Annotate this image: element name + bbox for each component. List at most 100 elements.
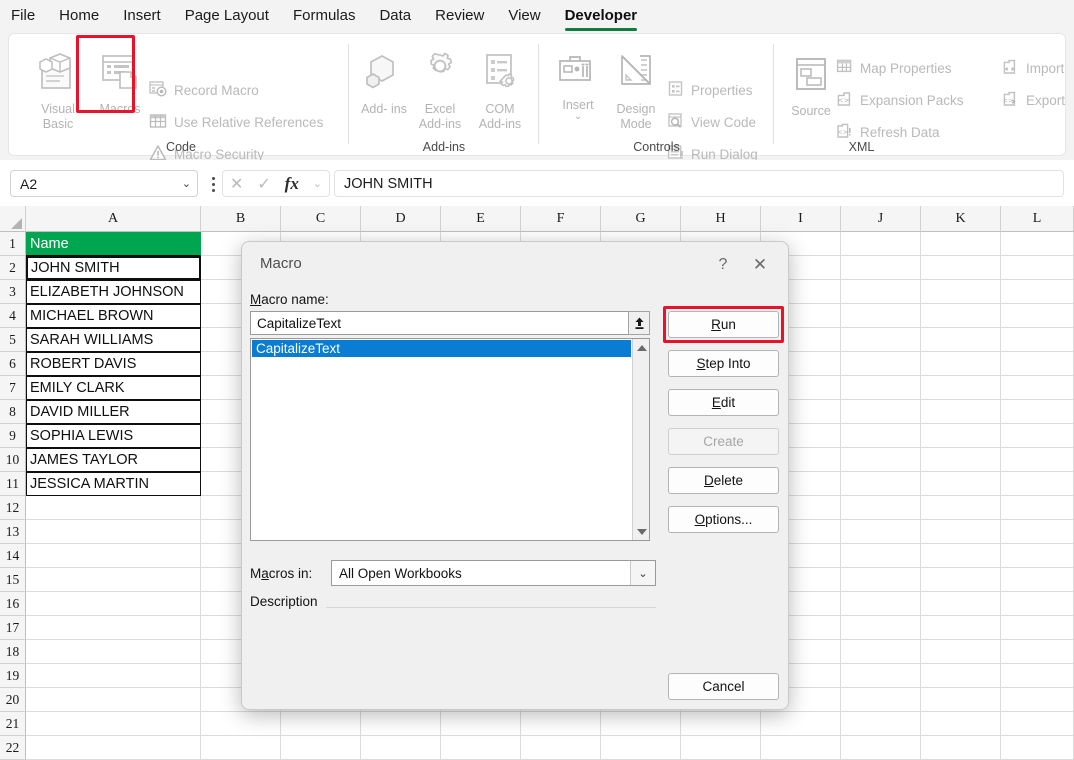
grid-cell[interactable] — [1001, 712, 1074, 736]
grid-cell[interactable] — [1001, 232, 1074, 256]
select-all-corner[interactable] — [0, 206, 26, 232]
grid-cell[interactable] — [201, 712, 281, 736]
row-header[interactable]: 8 — [0, 400, 26, 424]
column-a-data-cell[interactable]: JOHN SMITH — [26, 256, 201, 280]
fx-icon[interactable]: fx — [285, 174, 299, 194]
grid-cell[interactable] — [26, 544, 201, 568]
grid-cell[interactable] — [841, 496, 921, 520]
grid-cell[interactable] — [921, 520, 1001, 544]
grid-cell[interactable] — [921, 256, 1001, 280]
edit-button[interactable]: Edit — [668, 389, 779, 416]
column-a-data-cell[interactable]: SARAH WILLIAMS — [26, 328, 201, 352]
expansion-packs-button[interactable]: <> Expansion Packs — [836, 90, 964, 110]
grid-cell[interactable] — [841, 736, 921, 760]
grid-cell[interactable] — [441, 736, 521, 760]
macros-button[interactable]: Macros — [91, 52, 149, 117]
grid-cell[interactable] — [921, 568, 1001, 592]
grid-cell[interactable] — [601, 712, 681, 736]
grid-cell[interactable] — [841, 568, 921, 592]
chevron-down-icon[interactable]: ⌄ — [549, 113, 607, 121]
tab-page-layout[interactable]: Page Layout — [174, 1, 280, 32]
row-header[interactable]: 22 — [0, 736, 26, 760]
grid-cell[interactable] — [761, 736, 841, 760]
grid-cell[interactable] — [841, 448, 921, 472]
grid-cell[interactable] — [1001, 592, 1074, 616]
grid-cell[interactable] — [921, 616, 1001, 640]
scroll-up-arrow-icon[interactable] — [633, 339, 650, 356]
row-header[interactable]: 15 — [0, 568, 26, 592]
column-a-data-cell[interactable]: ROBERT DAVIS — [26, 352, 201, 376]
insert-control-button[interactable]: Insert ⌄ — [549, 52, 607, 121]
enter-icon[interactable]: ✓ — [257, 174, 270, 194]
grid-cell[interactable] — [841, 232, 921, 256]
grid-cell[interactable] — [921, 304, 1001, 328]
grid-cell[interactable] — [921, 736, 1001, 760]
row-header[interactable]: 9 — [0, 424, 26, 448]
name-box[interactable]: A2 ⌄ — [10, 170, 198, 197]
grid-cell[interactable] — [1001, 256, 1074, 280]
grid-cell[interactable] — [1001, 640, 1074, 664]
grid-cell[interactable] — [361, 712, 441, 736]
grid-cell[interactable] — [681, 712, 761, 736]
grid-cell[interactable] — [841, 304, 921, 328]
grid-cell[interactable] — [841, 280, 921, 304]
design-mode-button[interactable]: Design Mode — [607, 52, 665, 132]
tab-developer[interactable]: Developer — [554, 1, 649, 32]
grid-cell[interactable] — [1001, 688, 1074, 712]
tab-insert[interactable]: Insert — [112, 1, 172, 32]
column-a-data-cell[interactable]: JESSICA MARTIN — [26, 472, 201, 496]
grid-cell[interactable] — [921, 664, 1001, 688]
grid-cell[interactable] — [441, 712, 521, 736]
column-header-l[interactable]: L — [1001, 206, 1074, 232]
grid-cell[interactable] — [26, 736, 201, 760]
row-header[interactable]: 14 — [0, 544, 26, 568]
grid-cell[interactable] — [921, 376, 1001, 400]
column-header-i[interactable]: I — [761, 206, 841, 232]
step-into-button[interactable]: Step Into — [668, 350, 779, 377]
tab-home[interactable]: Home — [48, 1, 110, 32]
grid-cell[interactable] — [841, 640, 921, 664]
macro-list-item[interactable]: CapitalizeText — [252, 340, 631, 357]
grid-cell[interactable] — [1001, 472, 1074, 496]
grid-cell[interactable] — [26, 688, 201, 712]
grid-cell[interactable] — [1001, 448, 1074, 472]
grid-cell[interactable] — [841, 328, 921, 352]
close-icon[interactable]: ✕ — [746, 253, 774, 277]
visual-basic-button[interactable]: Visual Basic — [29, 52, 87, 132]
grid-cell[interactable] — [1001, 616, 1074, 640]
column-header-j[interactable]: J — [841, 206, 921, 232]
row-header[interactable]: 4 — [0, 304, 26, 328]
grid-cell[interactable] — [841, 592, 921, 616]
row-header[interactable]: 6 — [0, 352, 26, 376]
row-header[interactable]: 7 — [0, 376, 26, 400]
scroll-down-arrow-icon[interactable] — [633, 523, 650, 540]
row-header[interactable]: 3 — [0, 280, 26, 304]
delete-button[interactable]: Delete — [668, 467, 779, 494]
row-header[interactable]: 16 — [0, 592, 26, 616]
grid-cell[interactable] — [1001, 496, 1074, 520]
chevron-down-icon[interactable]: ⌄ — [182, 177, 191, 190]
grid-cell[interactable] — [921, 496, 1001, 520]
formula-bar-options-icon[interactable] — [206, 174, 220, 194]
grid-cell[interactable] — [1001, 400, 1074, 424]
cancel-button[interactable]: Cancel — [668, 673, 779, 700]
grid-cell[interactable] — [841, 712, 921, 736]
grid-cell[interactable] — [841, 424, 921, 448]
grid-cell[interactable] — [761, 712, 841, 736]
grid-cell[interactable] — [26, 616, 201, 640]
column-a-data-cell[interactable]: SOPHIA LEWIS — [26, 424, 201, 448]
column-header-a[interactable]: A — [26, 206, 201, 232]
row-header[interactable]: 2 — [0, 256, 26, 280]
grid-cell[interactable] — [841, 688, 921, 712]
grid-cell[interactable] — [921, 400, 1001, 424]
grid-cell[interactable] — [921, 472, 1001, 496]
row-header[interactable]: 21 — [0, 712, 26, 736]
grid-cell[interactable] — [921, 280, 1001, 304]
grid-cell[interactable] — [26, 640, 201, 664]
row-header[interactable]: 13 — [0, 520, 26, 544]
grid-cell[interactable] — [26, 664, 201, 688]
row-header[interactable]: 12 — [0, 496, 26, 520]
grid-cell[interactable] — [921, 328, 1001, 352]
com-add-ins-button[interactable]: COM Add-ins — [471, 52, 529, 132]
grid-cell[interactable] — [841, 520, 921, 544]
